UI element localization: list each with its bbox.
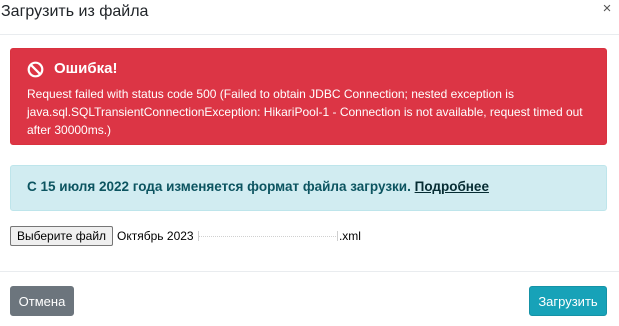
error-message: Request failed with status code 500 (Fai… <box>27 87 583 137</box>
selected-file-name: Октябрь 2023 .xml <box>117 226 361 246</box>
header-divider <box>0 34 619 35</box>
redacted-area <box>197 230 338 244</box>
file-name-suffix: .xml <box>338 229 361 243</box>
choose-file-button[interactable]: Выберите файл <box>10 226 114 246</box>
upload-dialog: Загрузить из файла × Ошибка! Request fai… <box>0 0 619 326</box>
close-icon: × <box>602 0 612 17</box>
cancel-button[interactable]: Отмена <box>10 286 74 316</box>
ban-icon <box>27 61 44 78</box>
dialog-title: Загрузить из файла <box>1 3 149 20</box>
info-message: С 15 июля 2022 года изменяется формат фа… <box>27 178 489 196</box>
file-name-prefix: Октябрь 2023 <box>117 229 194 243</box>
details-link[interactable]: Подробнее <box>415 179 489 194</box>
file-input: Выберите файл Октябрь 2023 .xml <box>10 226 361 248</box>
dialog-header: Загрузить из файла × <box>0 0 619 36</box>
info-alert: С 15 июля 2022 года изменяется формат фа… <box>10 165 607 211</box>
error-alert: Ошибка! Request failed with status code … <box>10 48 607 145</box>
info-text: С 15 июля 2022 года изменяется формат фа… <box>27 179 415 194</box>
upload-button[interactable]: Загрузить <box>529 286 607 316</box>
close-button[interactable]: × <box>601 0 613 17</box>
footer-divider <box>0 271 619 272</box>
error-title: Ошибка! <box>54 60 118 77</box>
